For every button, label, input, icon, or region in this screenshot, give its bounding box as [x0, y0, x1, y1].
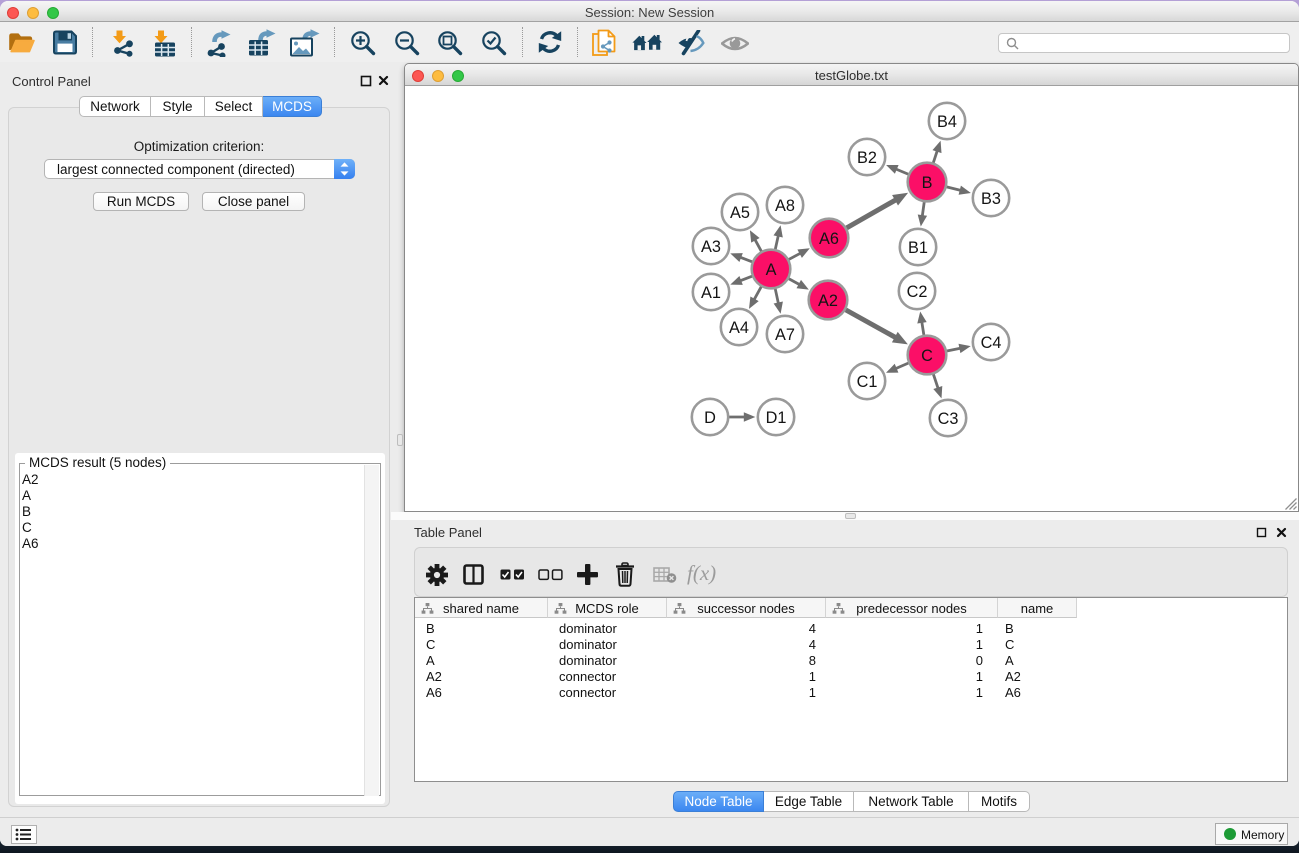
svg-text:C: C [921, 347, 933, 365]
svg-text:A8: A8 [775, 197, 795, 215]
svg-text:A7: A7 [775, 326, 795, 344]
svg-text:A3: A3 [701, 238, 721, 256]
svg-text:A2: A2 [818, 292, 838, 310]
svg-text:B2: B2 [857, 149, 877, 167]
svg-text:B4: B4 [937, 113, 957, 131]
svg-text:B3: B3 [981, 190, 1001, 208]
svg-text:D1: D1 [766, 409, 787, 427]
svg-text:C1: C1 [857, 373, 878, 391]
svg-text:A6: A6 [819, 230, 839, 248]
svg-text:B1: B1 [908, 239, 928, 257]
svg-text:D: D [704, 409, 716, 427]
svg-text:C3: C3 [938, 410, 959, 428]
svg-text:A: A [766, 261, 777, 279]
svg-text:A4: A4 [729, 319, 749, 337]
svg-text:B: B [922, 174, 933, 192]
svg-text:A5: A5 [730, 204, 750, 222]
svg-text:A1: A1 [701, 284, 721, 302]
svg-text:C4: C4 [981, 334, 1002, 352]
svg-text:C2: C2 [907, 283, 928, 301]
